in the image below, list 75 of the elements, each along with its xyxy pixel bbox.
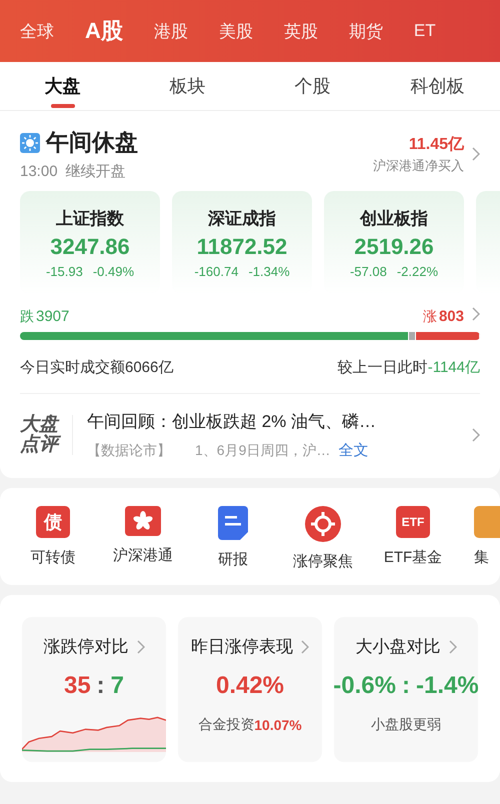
index-percent: -2.22% [396, 264, 438, 279]
news-snippet: 1、6月9日周四，沪… [195, 442, 330, 460]
chevron-right-icon[interactable] [301, 640, 309, 654]
chevron-right-icon[interactable] [472, 147, 480, 161]
index-percent: -0.49% [92, 264, 134, 279]
stat-title: 大小盘对比 [356, 636, 440, 658]
stat-card[interactable]: 大小盘对比 -0.6% : -1.4% 小盘股更弱 [334, 617, 478, 762]
tab-underline [50, 104, 74, 108]
stat-value: : [402, 672, 410, 700]
shortcut-icon[interactable]: ETF [396, 506, 430, 538]
turnover-value: 6066亿 [125, 358, 174, 377]
stat-value: 0.42% [216, 672, 284, 700]
document-icon[interactable] [218, 506, 248, 540]
decline-label: 跌 [20, 308, 34, 326]
index-price: 11872.52 [196, 234, 288, 260]
stat-value: 35 [64, 672, 91, 700]
index-change: -160.74 [194, 264, 238, 279]
index-name: 深证成指 [208, 208, 276, 230]
news-source: 【数据论市】 [87, 442, 171, 460]
chevron-right-icon[interactable] [472, 428, 480, 442]
stat-card[interactable]: 昨日涨停表现 0.42% 合金投资10.07% [178, 617, 322, 762]
sub-tab[interactable]: 个股 [250, 62, 375, 110]
index-price: 3247.86 [50, 234, 130, 260]
compare-label: 较上一日此时 [338, 358, 428, 377]
index-percent: -1.34% [248, 264, 290, 279]
shortcut-label[interactable]: 可转债 [30, 548, 76, 567]
market-tab[interactable]: 英股 [284, 20, 318, 42]
target-icon[interactable] [305, 506, 341, 542]
shortcut-label[interactable]: 涨停聚焦 [293, 552, 353, 571]
stat-title: 昨日涨停表现 [191, 636, 293, 658]
market-tab[interactable]: ET [414, 21, 436, 41]
market-tab[interactable]: A股 [85, 16, 123, 46]
decline-count: 3907 [36, 308, 70, 325]
net-inflow-label: 沪深港通净买入 [373, 156, 464, 174]
market-tab[interactable]: 期货 [348, 20, 383, 42]
sub-tab[interactable]: 大盘 [0, 62, 125, 110]
shortcut-label[interactable]: 集 [474, 548, 489, 567]
shortcut-label[interactable]: 沪深港通 [113, 546, 173, 565]
stat-value: 7 [110, 672, 124, 700]
resume-note: 继续开盘 [66, 162, 126, 181]
index-change: -57.08 [350, 264, 387, 279]
stat-value: -1.4% [416, 672, 478, 700]
shortcut-icon[interactable]: 债 [36, 506, 70, 538]
turnover-label: 今日实时成交额 [20, 358, 125, 377]
advance-label: 涨 [422, 308, 437, 326]
news-title[interactable]: 午间回顾：创业板跌超 2% 油气、磷… [87, 410, 376, 433]
sub-tab[interactable]: 科创板 [375, 62, 500, 110]
index-name: 上证指数 [56, 208, 124, 230]
index-name: 创业板指 [360, 208, 428, 230]
stat-value: -0.6% [334, 672, 396, 700]
stat-card[interactable]: 涨跌停对比 35 : 7 [22, 617, 166, 762]
index-price: 2519.26 [354, 234, 434, 260]
session-title: 午间休盘 [46, 128, 138, 157]
market-tab[interactable]: 港股 [154, 20, 188, 42]
resume-time: 13:00 [20, 163, 58, 180]
shortcut-label[interactable]: ETF基金 [384, 548, 442, 567]
index-change: -15.93 [46, 264, 83, 279]
stat-note: 合金投资 [198, 716, 254, 734]
chevron-right-icon[interactable] [448, 640, 456, 654]
shortcut-label[interactable]: 研报 [218, 550, 248, 569]
full-text-link[interactable]: 全文 [338, 441, 368, 460]
flower-icon[interactable] [125, 506, 161, 536]
market-tab[interactable]: 美股 [218, 20, 253, 42]
stat-value: : [96, 672, 105, 700]
net-inflow-value: 11.45亿 [408, 134, 464, 154]
sun-icon [20, 132, 40, 152]
commentary-logo: 大盘 点评 [20, 415, 73, 455]
chevron-right-icon[interactable] [136, 640, 144, 654]
compare-value: -1144亿 [428, 358, 480, 377]
stat-note: 小盘股更弱 [371, 716, 441, 734]
sub-tab[interactable]: 板块 [125, 62, 250, 110]
stat-title: 涨跌停对比 [44, 636, 128, 658]
chevron-right-icon[interactable] [472, 307, 480, 321]
advance-count: 803 [438, 308, 464, 325]
stat-note: 10.07% [254, 717, 302, 733]
